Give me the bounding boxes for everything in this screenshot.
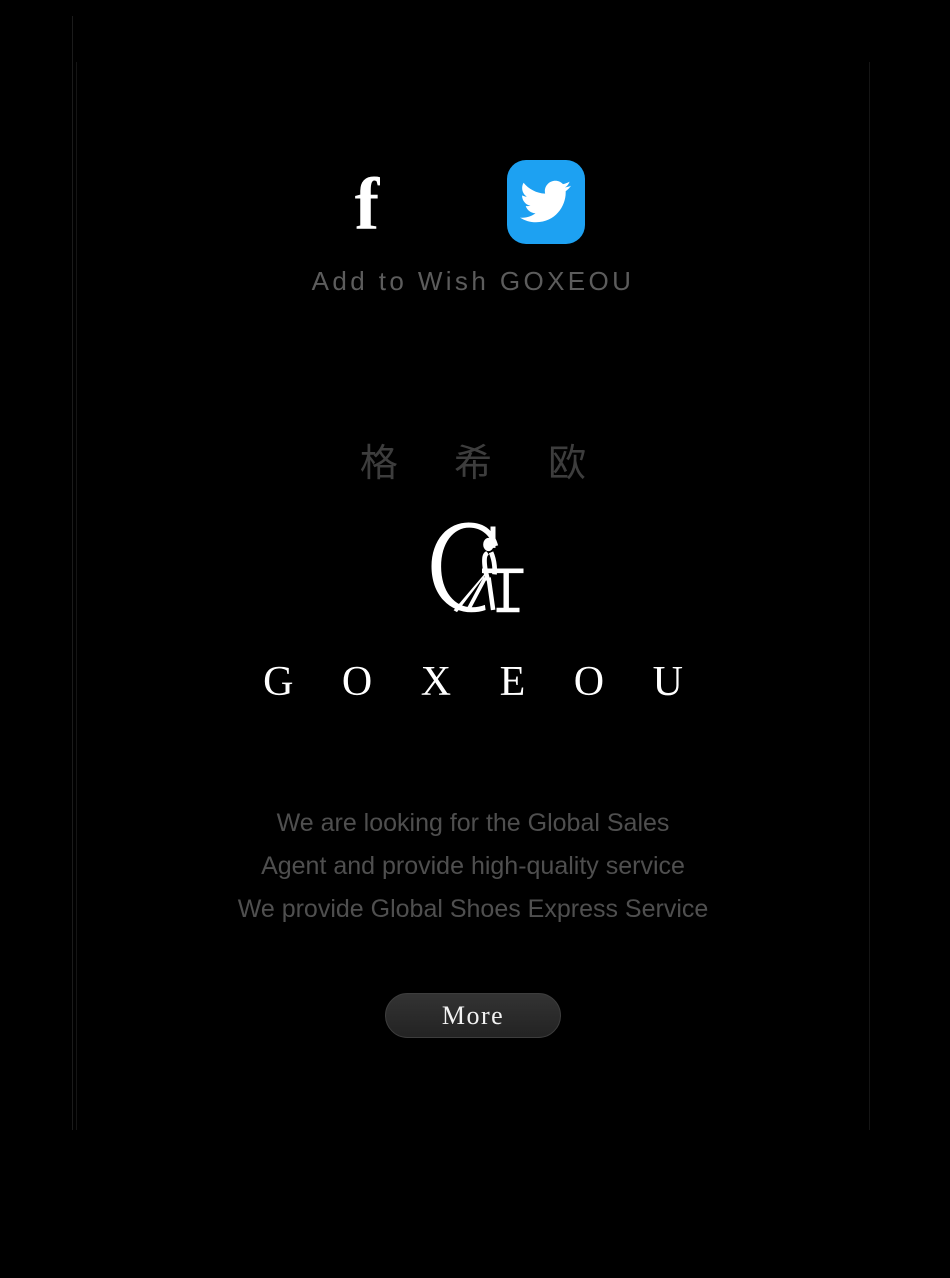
social-links-row: f (76, 160, 870, 244)
tagline-block: We are looking for the Global Sales Agen… (76, 802, 870, 931)
page-content: f Add to Wish GOXEOU 格 希 欧 (76, 0, 870, 1130)
facebook-share-link[interactable]: f (355, 160, 439, 244)
more-button-wrap: More (76, 993, 870, 1038)
tagline-line: We are looking for the Global Sales (276, 809, 670, 837)
more-button[interactable]: More (385, 993, 561, 1038)
twitter-share-link[interactable] (507, 160, 585, 244)
page-root: f Add to Wish GOXEOU 格 希 欧 (0, 0, 950, 1278)
brand-chinese-name: 格 希 欧 (359, 441, 609, 485)
twitter-icon (507, 160, 585, 244)
goxeou-g-figure-icon (420, 520, 526, 636)
add-to-wish-label[interactable]: Add to Wish GOXEOU (76, 266, 870, 297)
tagline-line: Agent and provide high-quality service (261, 852, 685, 880)
brand-wordmark: G O X E O U (263, 659, 702, 705)
frame-outer-left-rule (72, 16, 73, 1130)
brand-logo (76, 520, 870, 636)
tagline-line: We provide Global Shoes Express Service (237, 895, 709, 923)
